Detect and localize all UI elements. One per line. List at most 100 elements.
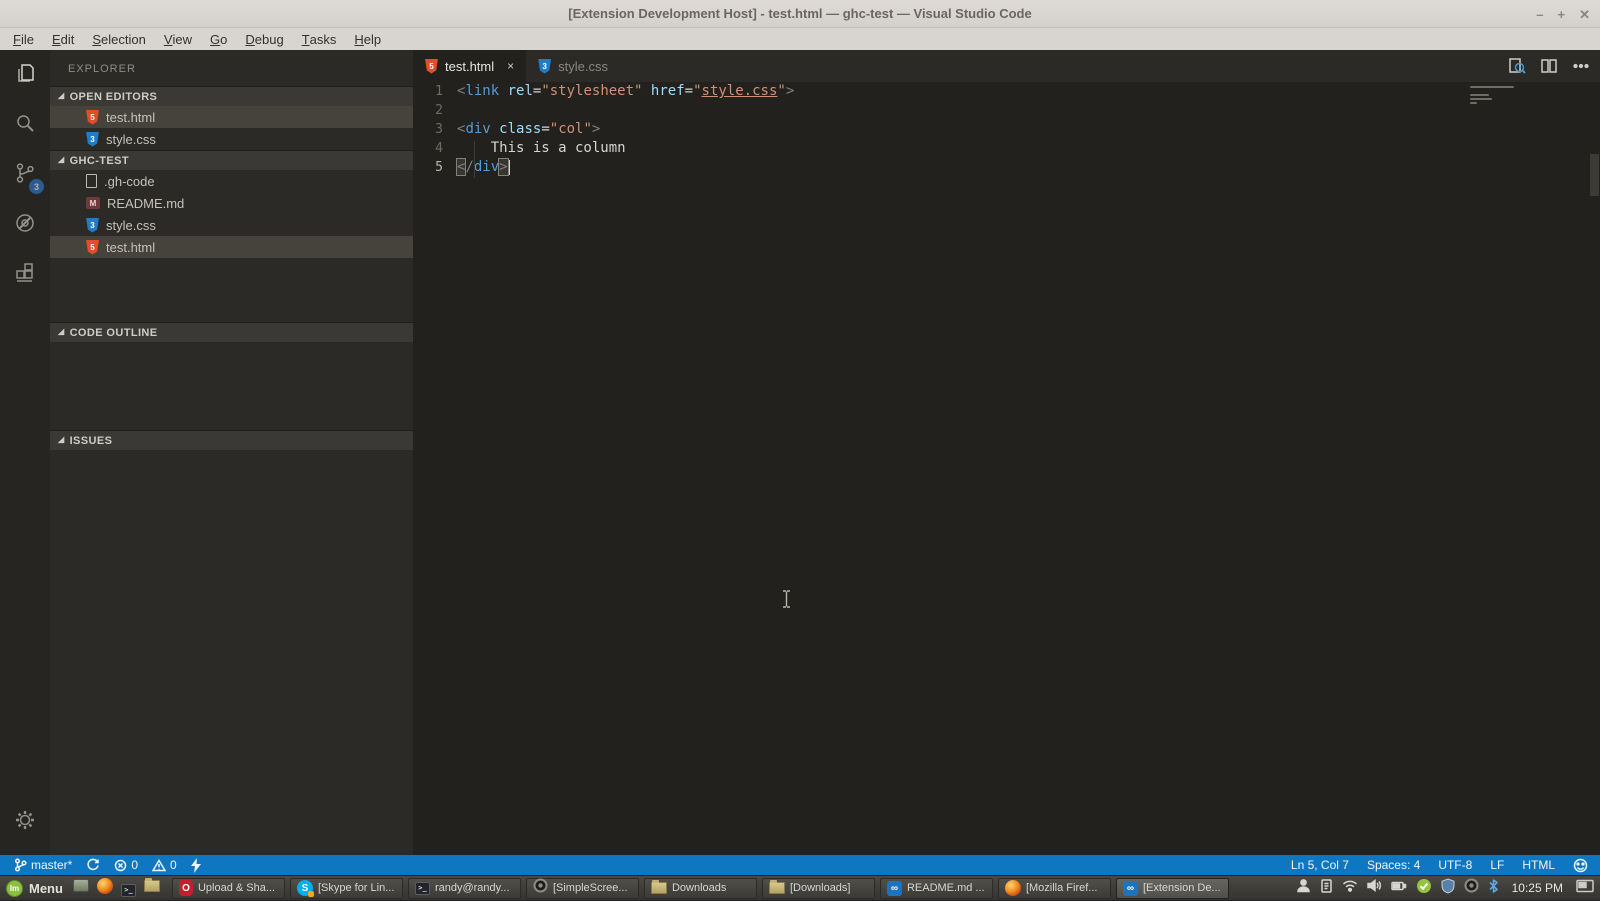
close-icon[interactable]: ✕ (1579, 8, 1590, 21)
workspace-switcher[interactable] (1576, 879, 1594, 898)
section-open-editors[interactable]: ◢ OPEN EDITORS (50, 86, 413, 106)
file-item-.gh-code[interactable]: .gh-code (50, 170, 413, 192)
status-sync[interactable] (86, 858, 100, 872)
taskbar-window--downloads-[interactable]: [Downloads] (761, 877, 875, 899)
file-item-test.html[interactable]: 5 test.html (50, 106, 413, 128)
status-eol[interactable]: LF (1490, 858, 1504, 872)
vscode-icon: ∞ (1122, 880, 1138, 896)
editor-group: 5 test.html × 3 style.css 1 <link rel="styles… (413, 50, 1600, 855)
action-split-editor[interactable] (1540, 57, 1558, 75)
tray-clipboard[interactable] (1320, 878, 1333, 898)
maximize-icon[interactable]: + (1558, 8, 1566, 21)
activity-gear[interactable] (0, 797, 50, 847)
activity-search[interactable] (0, 100, 50, 150)
tray-user[interactable] (1296, 878, 1311, 898)
activity-debug[interactable] (0, 200, 50, 250)
indent-guide (474, 141, 475, 178)
tray-shield[interactable] (1441, 877, 1455, 899)
taskbar-window-upload-sha-[interactable]: O Upload & Sha... (171, 877, 285, 899)
taskbar-window--simplescree-[interactable]: [SimpleScree... (525, 877, 639, 899)
explorer-sidebar: EXPLORER ◢ OPEN EDITORS 5 test.html 3 style… (50, 50, 413, 855)
line-number: 1 (435, 84, 443, 99)
section-issues[interactable]: ◢ ISSUES (50, 430, 413, 450)
launcher-firefox[interactable] (96, 877, 113, 899)
menu-bar: File Edit Selection View Go Debug Tasks Help (0, 28, 1600, 50)
section-code-outline[interactable]: ◢ CODE OUTLINE (50, 322, 413, 342)
tray-recorder-tray[interactable] (1464, 878, 1479, 898)
menu-item-edit[interactable]: Edit (43, 28, 83, 50)
menu-item-tasks[interactable]: Tasks (293, 28, 346, 50)
status-cursor-position[interactable]: Ln 5, Col 7 (1291, 858, 1349, 872)
recorder-tray-icon (533, 878, 548, 898)
mint-menu-button[interactable]: lm Menu (0, 876, 73, 901)
status-encoding[interactable]: UTF-8 (1438, 858, 1472, 872)
tray-updates[interactable] (1416, 878, 1432, 899)
status-errors[interactable]: 0 (114, 858, 138, 872)
file-item-style.css[interactable]: 3 style.css (50, 214, 413, 236)
status-indentation[interactable]: Spaces: 4 (1367, 858, 1420, 872)
tray-volume[interactable] (1366, 879, 1382, 897)
editor-scrollbar[interactable] (1590, 154, 1599, 196)
tray-wifi[interactable] (1342, 879, 1358, 897)
status-warnings[interactable]: 0 (152, 858, 177, 872)
text-caret (508, 159, 511, 175)
status-git-branch[interactable]: master* (14, 858, 72, 872)
extensions-icon (13, 261, 37, 290)
status-label: UTF-8 (1438, 858, 1473, 872)
open-editors-list: 5 test.html 3 style.css (50, 106, 413, 150)
tab-style.css[interactable]: 3 style.css (526, 50, 620, 82)
menu-item-file[interactable]: File (4, 28, 43, 50)
tray-battery[interactable] (1390, 879, 1407, 897)
status-feedback-smiley[interactable] (1573, 858, 1588, 873)
chevron-expanded-icon: ◢ (58, 155, 65, 164)
volume-icon (1366, 879, 1382, 896)
mint-logo-icon: lm (6, 879, 23, 897)
launcher-show-desktop[interactable] (72, 879, 89, 897)
launcher-terminal[interactable]: >_ (120, 879, 136, 897)
menu-item-selection[interactable]: Selection (83, 28, 154, 50)
code-line-5[interactable]: 5 </div> (413, 158, 1600, 177)
menu-item-debug[interactable]: Debug (236, 28, 292, 50)
opera-icon: O (178, 880, 193, 896)
tray-bluetooth[interactable] (1488, 878, 1499, 899)
scm-badge: 3 (29, 179, 44, 194)
file-item-README.md[interactable]: M README.md (50, 192, 413, 214)
code-line-3[interactable]: 3 <div class="col"> (413, 120, 1600, 139)
code-line-2[interactable]: 2 (413, 101, 1600, 120)
section-folder[interactable]: ◢ GHC-TEST (50, 150, 413, 170)
launcher-folder[interactable] (143, 878, 160, 897)
status-language-mode[interactable]: HTML (1522, 858, 1555, 872)
more-icon (1572, 57, 1590, 75)
action-more[interactable] (1572, 57, 1590, 75)
status-label: master* (31, 858, 73, 872)
taskbar-window--skype-for-lin-[interactable]: S [Skype for Lin... (289, 877, 403, 899)
status-feedback-bolt[interactable] (190, 857, 201, 873)
code-editor[interactable]: 1 <link rel="stylesheet" href="style.css"… (413, 82, 1600, 855)
menu-item-go[interactable]: Go (201, 28, 236, 50)
menu-item-view[interactable]: View (155, 28, 201, 50)
tab-close-icon[interactable]: × (507, 59, 514, 73)
menu-item-help[interactable]: Help (345, 28, 390, 50)
clipboard-icon (1320, 879, 1333, 897)
line-text: <div class="col"> (457, 121, 601, 137)
activity-source-control[interactable]: 3 (0, 150, 50, 200)
taskbar-window-readme-md-[interactable]: ∞ README.md ... (879, 877, 993, 899)
taskbar-window--mozilla-firef-[interactable]: [Mozilla Firef... (997, 877, 1111, 899)
minimap[interactable] (1470, 86, 1516, 106)
bolt-icon (190, 857, 201, 873)
taskbar-window-downloads[interactable]: Downloads (643, 877, 757, 899)
bluetooth-icon (1488, 878, 1499, 898)
code-line-4[interactable]: 4 This is a column (413, 139, 1600, 158)
taskbar-clock[interactable]: 10:25 PM (1508, 881, 1567, 895)
tab-test.html[interactable]: 5 test.html × (413, 50, 527, 82)
code-line-1[interactable]: 1 <link rel="stylesheet" href="style.css"… (413, 82, 1600, 101)
action-preview[interactable] (1508, 57, 1526, 75)
taskbar-window--extension-de-[interactable]: ∞ [Extension De... (1115, 877, 1229, 899)
file-item-style.css[interactable]: 3 style.css (50, 128, 413, 150)
window-titlebar[interactable]: [Extension Development Host] - test.html… (0, 0, 1600, 28)
activity-files[interactable] (0, 50, 50, 100)
taskbar-window-randy-randy-[interactable]: >_ randy@randy... (407, 877, 521, 899)
file-item-test.html[interactable]: 5 test.html (50, 236, 413, 258)
activity-extensions[interactable] (0, 250, 50, 300)
minimize-icon[interactable]: – (1536, 8, 1543, 21)
